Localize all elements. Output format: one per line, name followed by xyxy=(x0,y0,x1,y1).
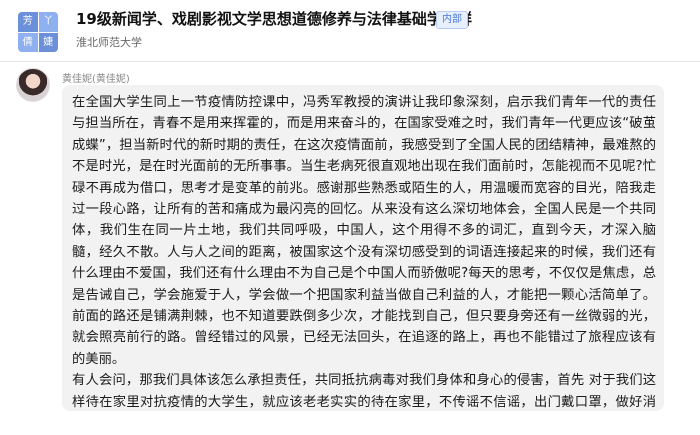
message-bubble[interactable]: 在全国大学生同上一节疫情防控课中，冯秀军教授的演讲让我印象深刻，启示我们青年一代… xyxy=(62,85,664,411)
group-avatar-tile: 婕 xyxy=(38,32,58,52)
sender-name: 黄佳妮(黄佳妮) xyxy=(62,74,130,85)
group-avatar-tile: 丫 xyxy=(38,12,58,32)
message-paragraph: 有人会问，那我们具体该怎么承担责任，共同抵抗病毒对我们身体和身心的侵害，首先 对… xyxy=(72,373,656,410)
chat-window: 芳 丫 倩 婕 19级新闻学、戏剧影视文学思想道德修养与法律基础学习群 内部 淮… xyxy=(0,0,700,435)
group-avatar[interactable]: 芳 丫 倩 婕 xyxy=(18,12,58,52)
group-avatar-tile: 芳 xyxy=(18,12,38,32)
group-avatar-tile: 倩 xyxy=(18,32,38,52)
message-paragraph: 在全国大学生同上一节疫情防控课中，冯秀军教授的演讲让我印象深刻，启示我们青年一代… xyxy=(72,95,656,367)
group-subtitle: 淮北师范大学 xyxy=(76,36,142,49)
sender-avatar[interactable] xyxy=(16,68,50,102)
internal-badge: 内部 xyxy=(436,11,468,29)
header-divider xyxy=(0,61,700,62)
group-title[interactable]: 19级新闻学、戏剧影视文学思想道德修养与法律基础学习群 xyxy=(76,8,472,29)
chat-header: 芳 丫 倩 婕 19级新闻学、戏剧影视文学思想道德修养与法律基础学习群 内部 淮… xyxy=(0,0,700,60)
